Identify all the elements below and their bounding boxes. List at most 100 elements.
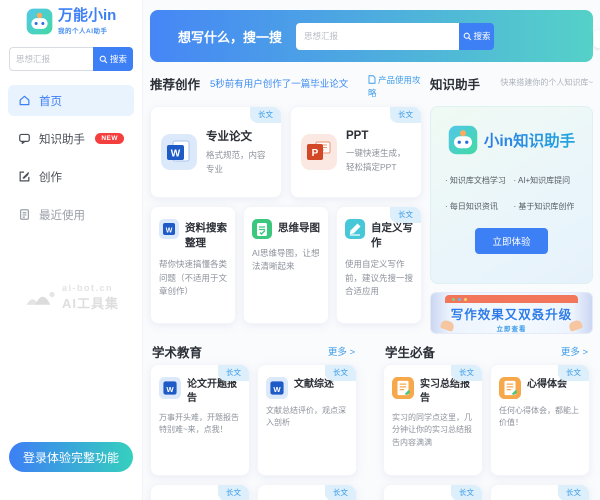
section-academic: 学术教育 更多 > 长文 W 论文开题报告 万事开头难，开题报告特别难~来，点我…	[150, 342, 357, 500]
robot-icon	[448, 125, 478, 155]
sidebar-search-input[interactable]	[9, 47, 93, 71]
word-small-icon: W	[266, 377, 288, 399]
promo-banner-topbar	[445, 295, 578, 303]
card-material-search[interactable]: W 资料搜索整理 帮你快速搞懂各类问题（不适用于文章创作）	[150, 206, 236, 324]
word-icon: W	[161, 134, 197, 170]
hero-search-button[interactable]: 搜索	[459, 23, 494, 50]
knowledge-feature: 基于知识库创作	[514, 201, 583, 212]
recommend-title: 推荐创作	[150, 74, 200, 93]
sidebar-menu: 首页 知识助手 NEW 创作 最近使用	[0, 85, 142, 230]
long-text-badge: 长文	[325, 365, 356, 381]
category-sections: 学术教育 更多 > 长文 W 论文开题报告 万事开头难，开题报告特别难~来，点我…	[143, 334, 600, 500]
card-title: 自定义写作	[371, 219, 413, 250]
knowledge-card-logo: 小in知识助手	[431, 125, 592, 155]
knowledge-title: 知识助手	[430, 74, 480, 93]
recent-doc-icon	[18, 208, 31, 221]
pen-icon	[345, 219, 365, 239]
section-title: 学术教育	[152, 342, 202, 361]
hero-search: 搜索	[296, 23, 494, 50]
card-internship-report[interactable]: 长文 实习总结报告 实习的同学点这里，几分钟让你的实习总结报告内容满满	[383, 364, 483, 476]
mindmap-icon	[252, 219, 272, 239]
hero-banner: 想写什么，搜一搜 搜索	[150, 10, 593, 62]
product-guide-link[interactable]: 产品使用攻略	[368, 74, 422, 100]
sidebar-item-knowledge[interactable]: 知识助手 NEW	[8, 123, 134, 154]
card-mindmap[interactable]: 思维导图 AI思维导图，让想法清晰起来	[243, 206, 329, 324]
login-button[interactable]: 登录体验完整功能	[9, 442, 133, 472]
card-literature-review[interactable]: 长文 W 文献综述 文献总结评价，观点深入剖析	[257, 364, 357, 476]
sidebar-item-label: 知识助手	[39, 131, 85, 147]
section-cards-partial: 长文 长文	[150, 484, 357, 500]
card-text: PPT 一键快速生成，轻松搞定PPT	[346, 130, 413, 173]
knowledge-feature: AI+知识库提问	[514, 175, 583, 186]
promo-cta: 立即查看	[431, 323, 592, 333]
more-link[interactable]: 更多 >	[561, 344, 588, 358]
recommend-ticker: 5秒前有用户创作了一篇毕业论文	[210, 76, 348, 90]
card-text: 专业论文 格式规范，内容专业	[206, 128, 273, 175]
knowledge-column: 知识助手 快来搭建你的个人知识库~ 小in知识助手	[430, 70, 593, 334]
report-icon	[499, 377, 521, 399]
card-ppt[interactable]: 长文 P PPT 一键快速生成，轻松搞定PPT	[290, 106, 422, 198]
search-icon	[463, 32, 472, 41]
recommend-header: 推荐创作 5秒前有用户创作了一篇毕业论文 产品使用攻略	[150, 70, 422, 106]
partial-card[interactable]: 长文	[150, 484, 250, 500]
watermark-logo-icon	[24, 286, 58, 310]
word-small-icon: W	[159, 219, 179, 239]
knowledge-header: 知识助手 快来搭建你的个人知识库~	[430, 70, 593, 106]
hero-search-button-label: 搜索	[474, 30, 491, 42]
card-desc: 一键快速生成，轻松搞定PPT	[346, 147, 413, 173]
section-cards-partial: 长文 长文	[383, 484, 590, 500]
card-desc: 文献总结评价，观点深入剖析	[266, 405, 348, 430]
svg-text:P: P	[312, 148, 319, 159]
card-desc: 帮你快速搞懂各类问题（不适用于文章创作）	[159, 258, 227, 298]
sidebar-search-button[interactable]: 搜索	[93, 47, 133, 71]
partial-card[interactable]: 长文	[490, 484, 590, 500]
svg-text:W: W	[273, 385, 281, 394]
watermark-line2: AI工具集	[62, 293, 119, 312]
card-reflections[interactable]: 长文 心得体会 任何心得体会，都能上价值！	[490, 364, 590, 476]
knowledge-feature: 知识库文档学习	[445, 175, 514, 186]
hero-search-input[interactable]	[296, 23, 459, 50]
card-professional-thesis[interactable]: 长文 W 专业论文 格式规范，内容专业	[150, 106, 282, 198]
long-text-badge: 长文	[390, 207, 421, 223]
watermark-line1: ai-bot.cn	[62, 283, 119, 293]
main-area: 想写什么，搜一搜 搜索 推荐创作 5秒前有用户创作了一篇毕业论文 产品使用攻略	[143, 0, 600, 500]
promo-banner[interactable]: 写作效果又双叒升级 立即查看	[430, 292, 593, 334]
promo-title: 写作效果又双叒升级	[431, 304, 592, 323]
long-text-badge: 长文	[390, 107, 421, 123]
home-icon	[18, 94, 31, 107]
robot-logo-icon	[26, 8, 53, 35]
app-subtitle: 我的个人AI助手	[58, 25, 116, 35]
sidebar: 万能小in 我的个人AI助手 搜索 首页 知识助手 NEW	[0, 0, 143, 500]
sidebar-item-recent[interactable]: 最近使用	[8, 199, 134, 230]
sidebar-search-button-label: 搜索	[110, 53, 127, 65]
knowledge-features: 知识库文档学习 AI+知识库提问 每日知识资讯 基于知识库创作	[431, 155, 592, 212]
card-title: 资料搜索整理	[185, 219, 227, 250]
knowledge-feature: 每日知识资讯	[445, 201, 514, 212]
sidebar-item-label: 最近使用	[39, 207, 85, 223]
knowledge-assistant-card[interactable]: 小in知识助手 知识库文档学习 AI+知识库提问 每日知识资讯 基于知识库创作 …	[430, 106, 593, 284]
edit-icon	[18, 170, 31, 183]
hero-title: 想写什么，搜一搜	[178, 27, 282, 46]
sidebar-item-home[interactable]: 首页	[8, 85, 134, 116]
section-student: 学生必备 更多 > 长文 实习总结报告 实习的同学点这里，	[383, 342, 590, 500]
recommend-row1: 长文 W 专业论文 格式规范，内容专业 长文	[150, 106, 422, 198]
section-cards: 长文 实习总结报告 实习的同学点这里，几分钟让你的实习总结报告内容满满 长文	[383, 364, 590, 476]
sidebar-item-create[interactable]: 创作	[8, 161, 134, 192]
more-link[interactable]: 更多 >	[328, 344, 355, 358]
search-icon	[99, 55, 108, 64]
watermark: ai-bot.cn AI工具集	[0, 283, 143, 312]
try-now-button[interactable]: 立即体验	[475, 228, 547, 254]
partial-card[interactable]: 长文	[383, 484, 483, 500]
card-custom-writing[interactable]: 长文 自定义写作 使用自定义写作前，建议先搜一搜合适应用	[336, 206, 422, 324]
card-desc: AI思维导图，让想法清晰起来	[252, 247, 320, 273]
report-icon	[392, 377, 414, 399]
app-logo[interactable]: 万能小in 我的个人AI助手	[0, 0, 142, 35]
card-desc: 格式规范，内容专业	[206, 149, 273, 175]
long-text-badge: 长文	[558, 485, 589, 500]
card-desc: 使用自定义写作前，建议先搜一搜合适应用	[345, 258, 413, 298]
card-thesis-proposal[interactable]: 长文 W 论文开题报告 万事开头难，开题报告特别难~来，点我！	[150, 364, 250, 476]
partial-card[interactable]: 长文	[257, 484, 357, 500]
app-title: 万能小in	[58, 8, 116, 25]
chat-icon	[18, 132, 31, 145]
floating-widget[interactable]	[594, 30, 600, 48]
